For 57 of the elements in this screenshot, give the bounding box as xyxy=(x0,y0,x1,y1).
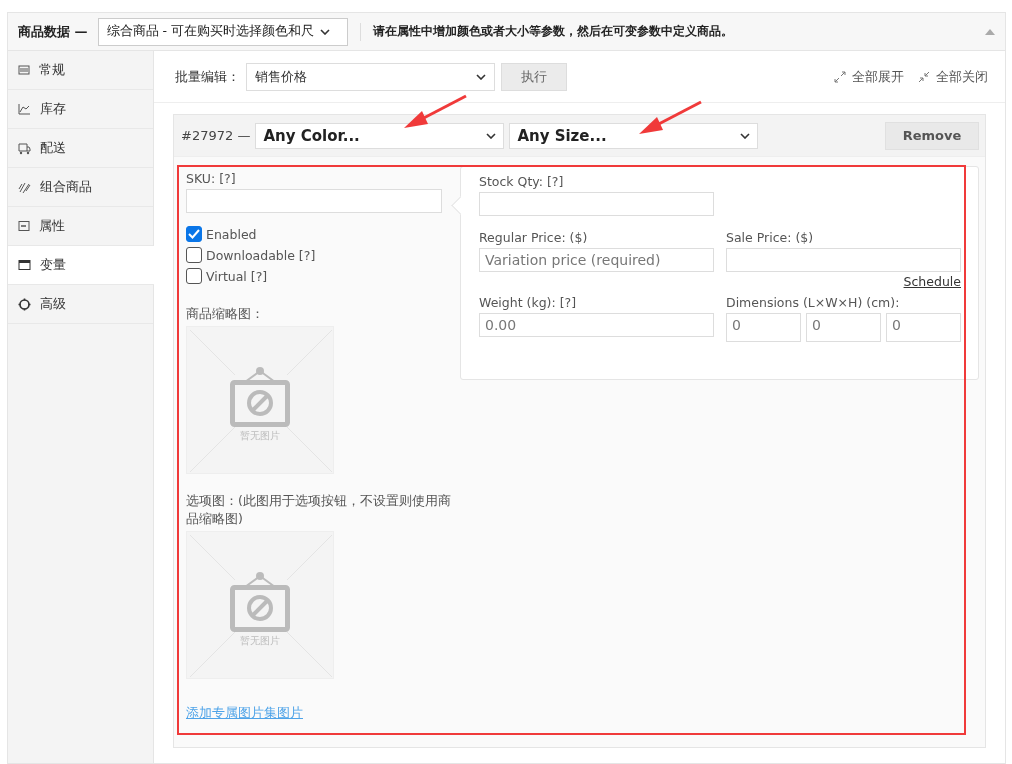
image-label: 商品缩略图： xyxy=(186,305,265,323)
regular-price-label: Regular Price: ($) xyxy=(479,230,589,245)
checkbox-label: Virtual [?] xyxy=(206,268,268,284)
regular-price-field[interactable]: Variation price (required) xyxy=(479,248,714,272)
panel-title: 商品数据 — xyxy=(18,22,88,41)
list-icon xyxy=(18,64,30,76)
schedule-link[interactable]: Schedule xyxy=(726,274,961,289)
collapse-all-icon xyxy=(918,70,930,83)
sku-label: SKU: [?] xyxy=(186,171,237,186)
link-icon xyxy=(18,180,31,194)
product-type-select[interactable]: 综合商品 - 可在购买时选择颜色和尺 xyxy=(97,17,348,46)
truck-icon xyxy=(18,141,31,155)
collapse-icon[interactable] xyxy=(985,28,995,35)
variation-id: #27972 — xyxy=(181,128,251,143)
no-image-icon xyxy=(229,571,291,633)
sidebar-tab[interactable]: 配送 xyxy=(8,129,153,168)
weight-label: Weight (kg): [?] xyxy=(479,295,578,310)
sale-price-field[interactable] xyxy=(726,248,961,272)
expand-icon xyxy=(834,70,846,83)
sidebar-tab[interactable]: 变量 xyxy=(8,246,154,285)
stock-field[interactable] xyxy=(479,192,714,216)
sidebar-tab[interactable]: 高级 xyxy=(8,285,153,324)
apply-button[interactable]: 执行 xyxy=(501,62,567,91)
chevron-icon xyxy=(476,73,486,80)
dimension-field[interactable]: 0 xyxy=(886,313,961,342)
sidebar-tab[interactable]: 库存 xyxy=(8,90,153,129)
gear-icon xyxy=(18,297,31,311)
panel-icon xyxy=(18,220,30,232)
expand-all-link[interactable]: 全部展开 xyxy=(852,67,904,86)
bulk-edit-select[interactable]: 销售价格 xyxy=(246,62,495,91)
bulk-edit-label: 批量编辑： xyxy=(175,67,240,86)
checkbox[interactable] xyxy=(186,226,202,242)
weight-field[interactable]: 0.00 xyxy=(479,313,714,337)
no-image-icon xyxy=(229,366,291,428)
sku-field[interactable] xyxy=(186,189,442,213)
attribute-select[interactable]: Any Color... xyxy=(255,122,505,149)
sidebar-tab[interactable]: 组合商品 xyxy=(8,168,153,207)
sale-price-label: Sale Price: ($) xyxy=(726,230,815,245)
remove-button[interactable]: Remove xyxy=(885,121,979,150)
attribute-select[interactable]: Any Size... xyxy=(509,122,759,149)
dimension-field[interactable]: 0 xyxy=(806,313,881,342)
close-all-link[interactable]: 全部关闭 xyxy=(936,67,988,86)
window-icon xyxy=(18,259,31,271)
checkbox-label: Enabled xyxy=(206,226,257,242)
dimension-field[interactable]: 0 xyxy=(726,313,801,342)
checkbox-label: Downloadable [?] xyxy=(206,247,316,263)
stock-label: Stock Qty: [?] xyxy=(479,174,565,189)
checkbox[interactable] xyxy=(186,268,202,284)
image-label: 选项图：(此图用于选项按钮，不设置则使用商品缩略图) xyxy=(186,492,451,528)
chevron-icon xyxy=(740,132,751,139)
chevron-icon xyxy=(486,132,497,139)
notice-text: 请在属性中增加颜色或者大小等参数，然后在可变参数中定义商品。 xyxy=(372,23,733,40)
chart-icon xyxy=(18,103,31,115)
dimensions-label: Dimensions (L×W×H) (cm): xyxy=(726,295,901,310)
chevron-icon xyxy=(320,28,330,35)
sidebar-tab[interactable]: 常规 xyxy=(8,51,153,90)
checkbox[interactable] xyxy=(186,247,202,263)
